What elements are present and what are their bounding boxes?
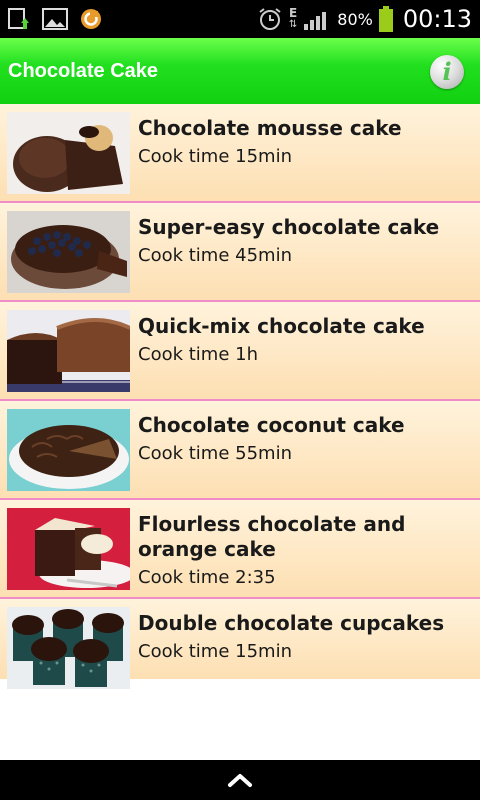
recipe-title: Chocolate coconut cake: [138, 413, 405, 437]
recipe-cook-time: Cook time 45min: [138, 245, 292, 266]
recipe-thumbnail: [7, 310, 130, 392]
battery-percent: 80%: [337, 9, 373, 29]
recipe-thumbnail: [7, 112, 130, 194]
list-item[interactable]: Double chocolate cupcakes Cook time 15mi…: [0, 599, 480, 689]
system-indicators: E ⇅ 80% 00:13: [257, 0, 472, 38]
recipe-thumbnail: [7, 409, 130, 491]
list-item[interactable]: Super-easy chocolate cake Cook time 45mi…: [0, 203, 480, 302]
download-icon: [6, 6, 32, 32]
recipe-cook-time: Cook time 15min: [138, 146, 292, 167]
recipe-cook-time: Cook time 2:35: [138, 567, 276, 588]
recipe-thumbnail: [7, 508, 130, 590]
info-button[interactable]: i: [430, 55, 464, 89]
image-icon: [42, 6, 68, 32]
data-arrows-icon: ⇅: [288, 19, 298, 30]
chevron-up-icon[interactable]: [226, 770, 254, 790]
app-bar: Chocolate Cake i: [0, 38, 480, 104]
recipe-title: Super-easy chocolate cake: [138, 215, 440, 239]
recipe-thumbnail: [7, 607, 130, 689]
list-item[interactable]: Quick-mix chocolate cake Cook time 1h: [0, 302, 480, 401]
notification-icons: [6, 6, 104, 32]
recipe-title: Double chocolate cupcakes: [138, 611, 445, 635]
recipe-cook-time: Cook time 1h: [138, 344, 258, 365]
recipe-title: Flourless chocolate and orange cake: [138, 512, 406, 561]
list-item[interactable]: Chocolate mousse cake Cook time 15min: [0, 104, 480, 203]
network-icon: E ⇅: [288, 6, 298, 30]
sync-icon: [78, 6, 104, 32]
app-title: Chocolate Cake: [8, 60, 159, 82]
alarm-icon: [259, 8, 281, 30]
info-icon: i: [442, 57, 452, 86]
battery-icon: [378, 6, 393, 32]
recipe-list[interactable]: Chocolate mousse cake Cook time 15min Su…: [0, 104, 480, 689]
list-item[interactable]: Flourless chocolate and orange cake Cook…: [0, 500, 480, 599]
recipe-thumbnail: [7, 211, 130, 293]
recipe-cook-time: Cook time 15min: [138, 641, 292, 662]
clock: 00:13: [402, 5, 472, 33]
navigation-bar: [0, 760, 480, 800]
recipe-title: Chocolate mousse cake: [138, 116, 402, 140]
recipe-cook-time: Cook time 55min: [138, 443, 292, 464]
status-bar: E ⇅ 80% 00:13: [0, 0, 480, 38]
network-type: E: [288, 6, 298, 20]
list-item[interactable]: Chocolate coconut cake Cook time 55min: [0, 401, 480, 500]
signal-icon: [304, 12, 327, 30]
recipe-title: Quick-mix chocolate cake: [138, 314, 425, 338]
